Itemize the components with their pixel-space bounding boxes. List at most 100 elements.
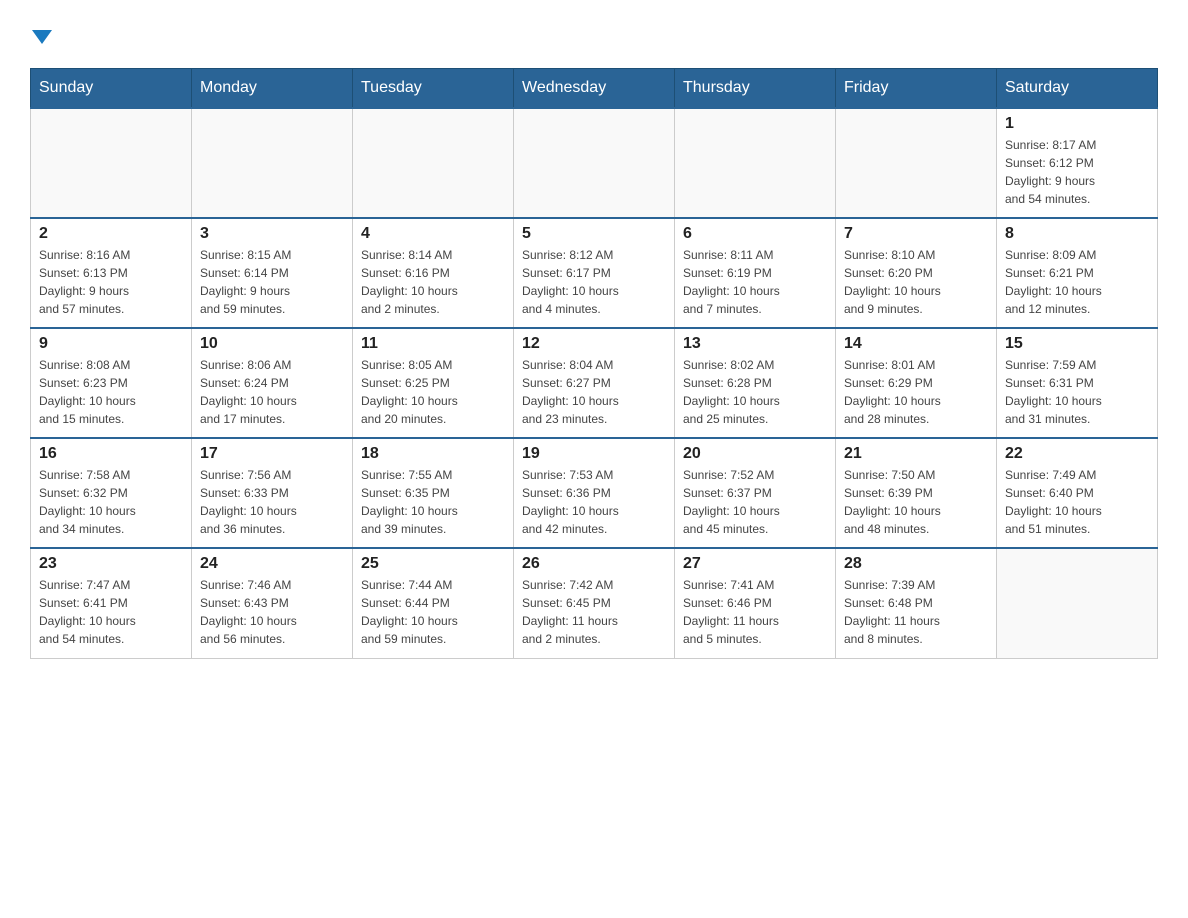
calendar-cell: 1 Sunrise: 8:17 AMSunset: 6:12 PMDaylight…: [997, 108, 1158, 218]
day-info: Sunrise: 7:55 AMSunset: 6:35 PMDaylight:…: [361, 466, 505, 538]
day-info: Sunrise: 7:53 AMSunset: 6:36 PMDaylight:…: [522, 466, 666, 538]
calendar-cell: 16 Sunrise: 7:58 AMSunset: 6:32 PMDayligh…: [31, 438, 192, 548]
day-number: 24: [200, 555, 344, 573]
calendar-cell: 6 Sunrise: 8:11 AMSunset: 6:19 PMDaylight…: [675, 218, 836, 328]
calendar-cell: 28 Sunrise: 7:39 AMSunset: 6:48 PMDayligh…: [836, 548, 997, 658]
header-wednesday: Wednesday: [514, 69, 675, 109]
day-number: 18: [361, 445, 505, 463]
calendar-cell: [997, 548, 1158, 658]
day-number: 7: [844, 225, 988, 243]
calendar-cell: 14Sunrise: 8:01 AMSunset: 6:29 PMDayligh…: [836, 328, 997, 438]
day-info: Sunrise: 8:10 AMSunset: 6:20 PMDaylight:…: [844, 246, 988, 318]
calendar-cell: [353, 108, 514, 218]
calendar-cell: 13 Sunrise: 8:02 AMSunset: 6:28 PMDayligh…: [675, 328, 836, 438]
day-info: Sunrise: 7:49 AMSunset: 6:40 PMDaylight:…: [1005, 466, 1149, 538]
day-number: 23: [39, 555, 183, 573]
day-info: Sunrise: 8:12 AMSunset: 6:17 PMDaylight:…: [522, 246, 666, 318]
day-number: 12: [522, 335, 666, 353]
day-number: 1: [1005, 115, 1149, 133]
day-number: 8: [1005, 225, 1149, 243]
header-tuesday: Tuesday: [353, 69, 514, 109]
calendar-cell: 10 Sunrise: 8:06 AMSunset: 6:24 PMDayligh…: [192, 328, 353, 438]
day-info: Sunrise: 8:04 AMSunset: 6:27 PMDaylight:…: [522, 356, 666, 428]
day-info: Sunrise: 8:09 AMSunset: 6:21 PMDaylight:…: [1005, 246, 1149, 318]
calendar-week-row: 23 Sunrise: 7:47 AMSunset: 6:41 PMDayligh…: [31, 548, 1158, 658]
day-info: Sunrise: 8:02 AMSunset: 6:28 PMDaylight:…: [683, 356, 827, 428]
day-number: 21: [844, 445, 988, 463]
calendar-cell: 21 Sunrise: 7:50 AMSunset: 6:39 PMDayligh…: [836, 438, 997, 548]
day-number: 25: [361, 555, 505, 573]
day-info: Sunrise: 7:47 AMSunset: 6:41 PMDaylight:…: [39, 576, 183, 648]
header-thursday: Thursday: [675, 69, 836, 109]
day-number: 20: [683, 445, 827, 463]
day-info: Sunrise: 7:56 AMSunset: 6:33 PMDaylight:…: [200, 466, 344, 538]
calendar-cell: 24 Sunrise: 7:46 AMSunset: 6:43 PMDayligh…: [192, 548, 353, 658]
calendar-week-row: 2 Sunrise: 8:16 AMSunset: 6:13 PMDaylight…: [31, 218, 1158, 328]
calendar-cell: [31, 108, 192, 218]
day-info: Sunrise: 8:05 AMSunset: 6:25 PMDaylight:…: [361, 356, 505, 428]
day-number: 27: [683, 555, 827, 573]
day-number: 6: [683, 225, 827, 243]
calendar-cell: 17Sunrise: 7:56 AMSunset: 6:33 PMDayligh…: [192, 438, 353, 548]
day-number: 13: [683, 335, 827, 353]
day-number: 16: [39, 445, 183, 463]
calendar-cell: [675, 108, 836, 218]
calendar-cell: 20 Sunrise: 7:52 AMSunset: 6:37 PMDayligh…: [675, 438, 836, 548]
day-info: Sunrise: 7:39 AMSunset: 6:48 PMDaylight:…: [844, 576, 988, 648]
calendar-week-row: 1 Sunrise: 8:17 AMSunset: 6:12 PMDaylight…: [31, 108, 1158, 218]
day-info: Sunrise: 8:17 AMSunset: 6:12 PMDaylight:…: [1005, 136, 1149, 208]
day-info: Sunrise: 7:52 AMSunset: 6:37 PMDaylight:…: [683, 466, 827, 538]
calendar-cell: [192, 108, 353, 218]
calendar-cell: [514, 108, 675, 218]
day-info: Sunrise: 8:15 AMSunset: 6:14 PMDaylight:…: [200, 246, 344, 318]
day-number: 15: [1005, 335, 1149, 353]
day-number: 19: [522, 445, 666, 463]
logo: [30, 20, 52, 48]
calendar-cell: 18 Sunrise: 7:55 AMSunset: 6:35 PMDayligh…: [353, 438, 514, 548]
calendar-cell: 2 Sunrise: 8:16 AMSunset: 6:13 PMDaylight…: [31, 218, 192, 328]
calendar-cell: 4 Sunrise: 8:14 AMSunset: 6:16 PMDaylight…: [353, 218, 514, 328]
calendar-week-row: 16 Sunrise: 7:58 AMSunset: 6:32 PMDayligh…: [31, 438, 1158, 548]
day-number: 28: [844, 555, 988, 573]
day-number: 22: [1005, 445, 1149, 463]
day-number: 10: [200, 335, 344, 353]
logo-text: [30, 20, 52, 48]
calendar-cell: 27 Sunrise: 7:41 AMSunset: 6:46 PMDayligh…: [675, 548, 836, 658]
header-friday: Friday: [836, 69, 997, 109]
day-number: 26: [522, 555, 666, 573]
calendar-cell: 26Sunrise: 7:42 AMSunset: 6:45 PMDayligh…: [514, 548, 675, 658]
calendar-cell: 12 Sunrise: 8:04 AMSunset: 6:27 PMDayligh…: [514, 328, 675, 438]
calendar-cell: 22 Sunrise: 7:49 AMSunset: 6:40 PMDayligh…: [997, 438, 1158, 548]
calendar-cell: 7 Sunrise: 8:10 AMSunset: 6:20 PMDaylight…: [836, 218, 997, 328]
calendar-header-row: Sunday Monday Tuesday Wednesday Thursday…: [31, 69, 1158, 109]
header-monday: Monday: [192, 69, 353, 109]
day-info: Sunrise: 7:41 AMSunset: 6:46 PMDaylight:…: [683, 576, 827, 648]
calendar-cell: 11 Sunrise: 8:05 AMSunset: 6:25 PMDayligh…: [353, 328, 514, 438]
calendar-cell: 23 Sunrise: 7:47 AMSunset: 6:41 PMDayligh…: [31, 548, 192, 658]
calendar-table: Sunday Monday Tuesday Wednesday Thursday…: [30, 68, 1158, 659]
day-number: 5: [522, 225, 666, 243]
day-number: 2: [39, 225, 183, 243]
calendar-cell: [836, 108, 997, 218]
day-info: Sunrise: 8:06 AMSunset: 6:24 PMDaylight:…: [200, 356, 344, 428]
day-info: Sunrise: 7:50 AMSunset: 6:39 PMDaylight:…: [844, 466, 988, 538]
day-info: Sunrise: 7:59 AMSunset: 6:31 PMDaylight:…: [1005, 356, 1149, 428]
day-number: 3: [200, 225, 344, 243]
day-number: 9: [39, 335, 183, 353]
day-info: Sunrise: 7:46 AMSunset: 6:43 PMDaylight:…: [200, 576, 344, 648]
header-sunday: Sunday: [31, 69, 192, 109]
day-number: 11: [361, 335, 505, 353]
calendar-cell: 9Sunrise: 8:08 AMSunset: 6:23 PMDaylight…: [31, 328, 192, 438]
day-number: 4: [361, 225, 505, 243]
day-info: Sunrise: 7:58 AMSunset: 6:32 PMDaylight:…: [39, 466, 183, 538]
page-header: [30, 20, 1158, 48]
day-info: Sunrise: 8:11 AMSunset: 6:19 PMDaylight:…: [683, 246, 827, 318]
logo-arrow-icon: [32, 30, 52, 44]
day-info: Sunrise: 8:16 AMSunset: 6:13 PMDaylight:…: [39, 246, 183, 318]
calendar-week-row: 9Sunrise: 8:08 AMSunset: 6:23 PMDaylight…: [31, 328, 1158, 438]
day-info: Sunrise: 7:44 AMSunset: 6:44 PMDaylight:…: [361, 576, 505, 648]
calendar-cell: 25 Sunrise: 7:44 AMSunset: 6:44 PMDayligh…: [353, 548, 514, 658]
day-info: Sunrise: 8:14 AMSunset: 6:16 PMDaylight:…: [361, 246, 505, 318]
calendar-cell: 8 Sunrise: 8:09 AMSunset: 6:21 PMDaylight…: [997, 218, 1158, 328]
day-number: 14: [844, 335, 988, 353]
